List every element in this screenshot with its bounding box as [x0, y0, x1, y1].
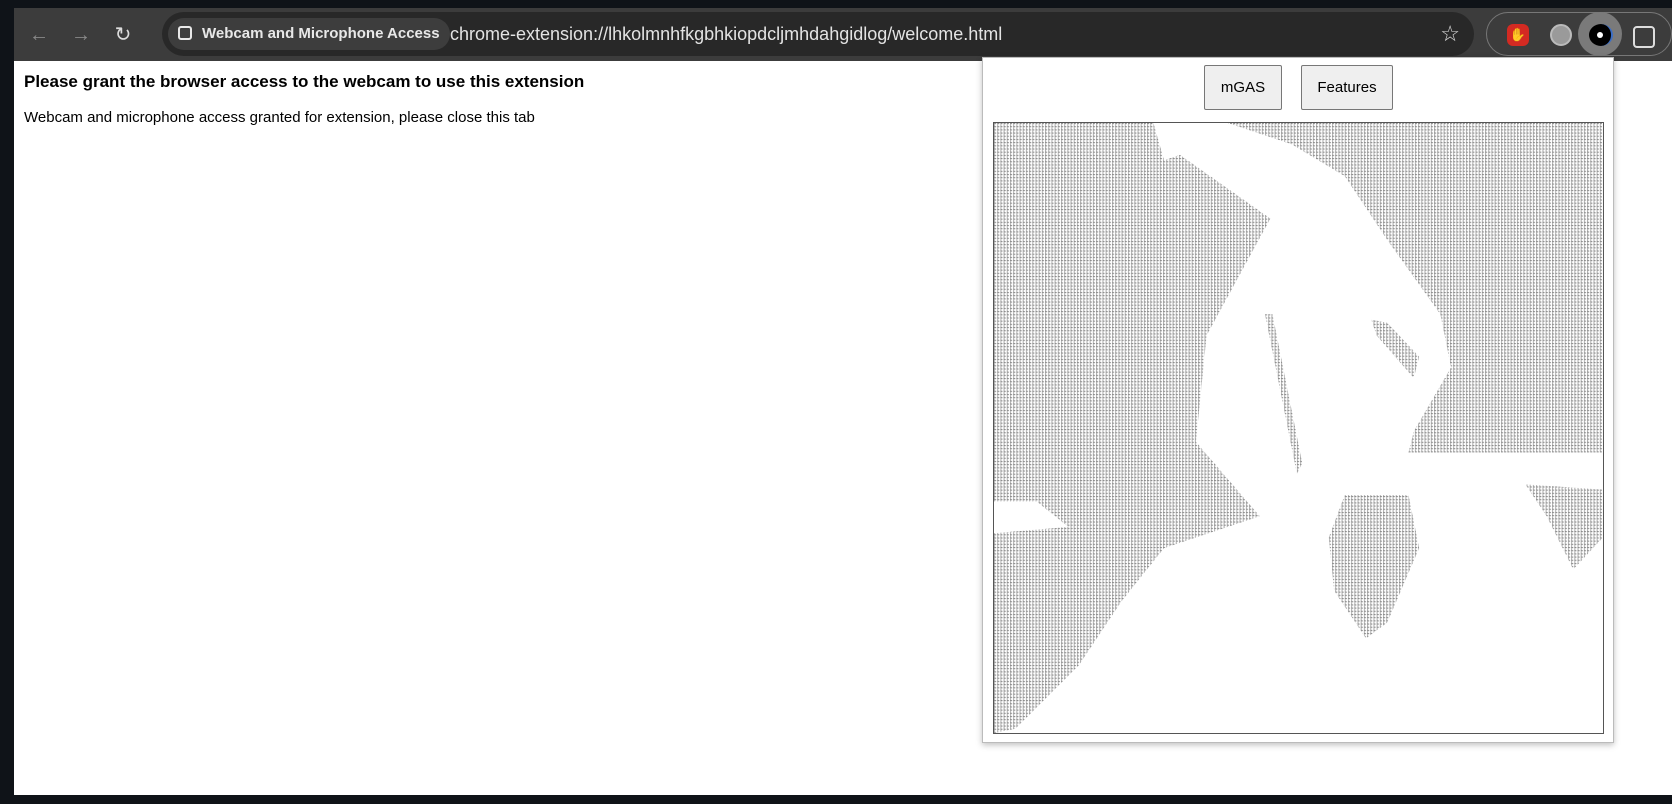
extension-icon: [178, 26, 192, 40]
texture-region-center: [1328, 494, 1420, 639]
texture-streak: [1265, 314, 1303, 474]
url-text[interactable]: chrome-extension://lhkolmnhfkgbhkiopdclj…: [450, 12, 1002, 56]
site-chip-label: Webcam and Microphone Access: [202, 25, 440, 42]
forward-arrow-icon[interactable]: →: [68, 22, 94, 48]
webcam-edge-image: [994, 123, 1603, 733]
stop-hand-icon[interactable]: ✋: [1507, 24, 1529, 46]
texture-streak: [1371, 319, 1420, 379]
reload-icon[interactable]: ↻: [110, 22, 136, 48]
mgas-button[interactable]: mGAS: [1204, 65, 1282, 110]
features-button[interactable]: Features: [1301, 65, 1393, 110]
puzzle-icon[interactable]: [1633, 26, 1655, 48]
site-info-chip[interactable]: Webcam and Microphone Access: [168, 18, 450, 50]
extensions-group: ✋: [1486, 12, 1672, 56]
address-bar[interactable]: Webcam and Microphone Access chrome-exte…: [162, 12, 1474, 56]
texture-region-right-lower: [1525, 484, 1603, 570]
globe-icon[interactable]: [1550, 24, 1572, 46]
texture-region-left: [994, 123, 1271, 733]
status-message: Webcam and microphone access granted for…: [24, 109, 535, 126]
back-arrow-icon[interactable]: ←: [26, 22, 52, 48]
webcam-extension-icon[interactable]: [1589, 24, 1613, 46]
star-icon[interactable]: ☆: [1440, 12, 1460, 56]
webcam-canvas: [993, 122, 1604, 734]
extension-popup: mGAS Features: [982, 57, 1614, 743]
browser-toolbar: ← → ↻ Webcam and Microphone Access chrom…: [14, 8, 1672, 61]
page-heading: Please grant the browser access to the w…: [24, 72, 585, 91]
